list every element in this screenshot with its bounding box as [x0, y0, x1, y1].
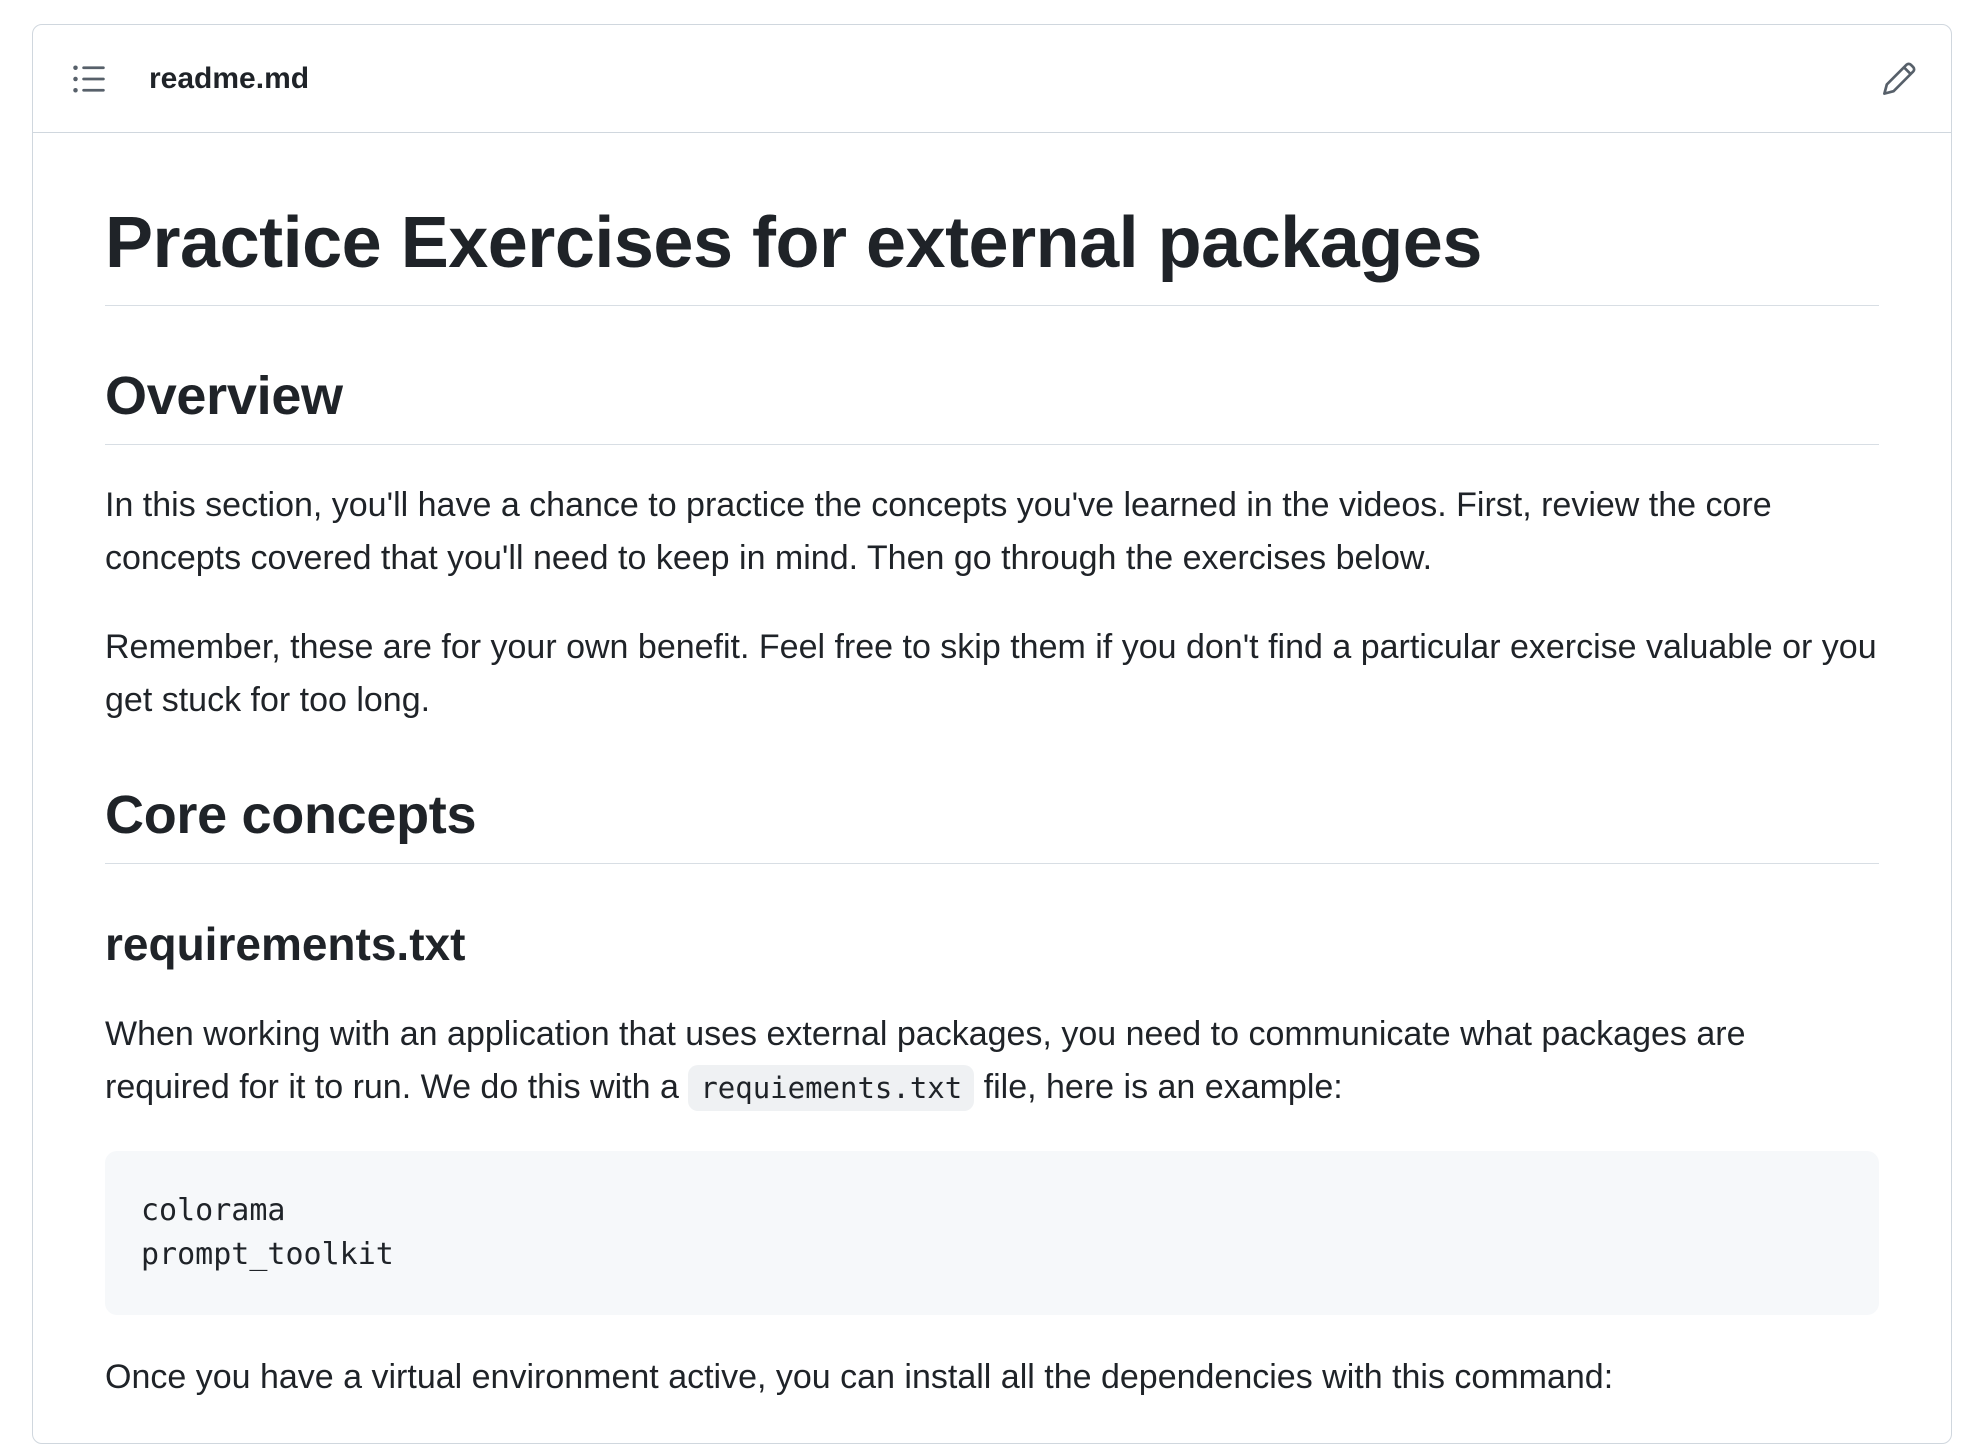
overview-paragraph-1: In this section, you'll have a chance to…: [105, 486, 1772, 577]
file-header: readme.md: [33, 25, 1951, 133]
pencil-icon: [1883, 62, 1916, 95]
install-paragraph: Once you have a virtual environment acti…: [105, 1358, 1614, 1396]
core-concepts-heading: Core concepts: [105, 727, 1879, 864]
requirements-text-after: file, here is an example:: [974, 1068, 1343, 1106]
overview-heading: Overview: [105, 306, 1879, 445]
readme-container: readme.md Practice Exercises for externa…: [32, 24, 1952, 1444]
overview-paragraph-2: Remember, these are for your own benefit…: [105, 628, 1877, 719]
outline-button[interactable]: [69, 59, 109, 99]
requirements-paragraph: When working with an application that us…: [105, 972, 1879, 1115]
requirements-heading: requirements.txt: [105, 918, 466, 970]
code-block-requirements: colorama prompt_toolkit: [105, 1151, 1879, 1315]
markdown-body: Practice Exercises for external packages…: [33, 133, 1951, 1404]
file-name: readme.md: [149, 61, 310, 95]
list-unordered-icon: [73, 65, 105, 92]
page-title: Practice Exercises for external packages: [105, 133, 1879, 306]
edit-file-button[interactable]: [1875, 55, 1923, 103]
inline-code-filename: requiements.txt: [688, 1065, 975, 1111]
